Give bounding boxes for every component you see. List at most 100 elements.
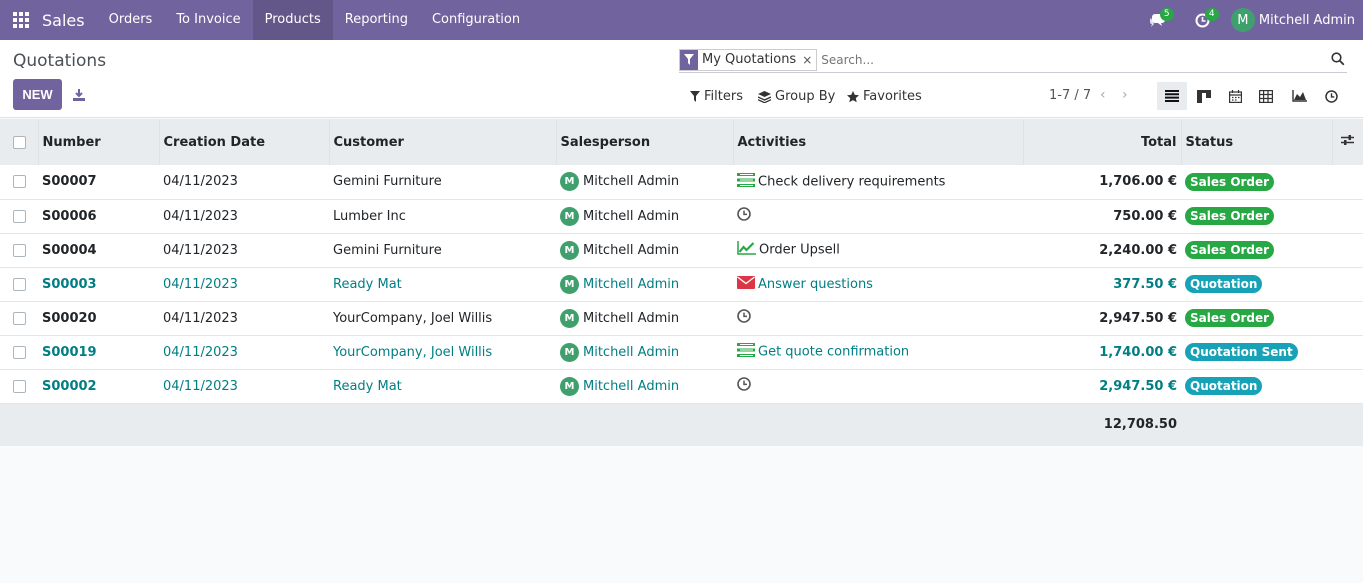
row-checkbox[interactable] bbox=[13, 243, 26, 257]
activity-view-icon[interactable] bbox=[1316, 82, 1346, 110]
graph-view-icon[interactable] bbox=[1284, 82, 1314, 110]
activity-summary: Get quote confirmation bbox=[758, 344, 910, 360]
nav-orders[interactable]: Orders bbox=[97, 0, 165, 40]
row-spacer bbox=[1332, 267, 1363, 301]
avatar: M bbox=[560, 240, 579, 260]
column-activities[interactable]: Activities bbox=[733, 119, 1024, 165]
clock-icon[interactable] bbox=[737, 207, 751, 225]
download-icon[interactable] bbox=[72, 88, 86, 102]
table-row[interactable]: S00019 04/11/2023 YourCompany, Joel Willis… bbox=[0, 335, 1363, 369]
avatar: M bbox=[560, 342, 579, 362]
row-checkbox[interactable] bbox=[13, 175, 26, 189]
table-row[interactable]: S00002 04/11/2023 Ready Mat M Mitchell Admin… bbox=[0, 369, 1363, 403]
salesperson-name: Mitchell Admin bbox=[583, 378, 680, 394]
activities-count-badge: 4 bbox=[1204, 8, 1219, 21]
nav-to-invoice[interactable]: To Invoice bbox=[164, 0, 252, 40]
row-select[interactable] bbox=[0, 233, 38, 267]
column-creation-date[interactable]: Creation Date bbox=[159, 119, 330, 165]
column-salesperson[interactable]: Salesperson bbox=[556, 119, 734, 165]
pager-value[interactable]: 1-7 / 7 bbox=[1049, 88, 1091, 103]
top-navbar: Sales Orders To Invoice Products Reporti… bbox=[0, 0, 1363, 40]
column-status[interactable]: Status bbox=[1181, 119, 1333, 165]
user-menu[interactable]: M Mitchell Admin bbox=[1225, 8, 1363, 32]
activity-cell[interactable]: Order Upsell bbox=[733, 233, 1023, 267]
pivot-view-icon[interactable] bbox=[1251, 82, 1281, 110]
todo-list-icon[interactable] bbox=[737, 172, 755, 191]
activity-cell[interactable]: Check delivery requirements bbox=[733, 165, 1023, 199]
salesperson-name: Mitchell Admin bbox=[583, 208, 680, 224]
todo-list-icon[interactable] bbox=[737, 343, 755, 361]
new-button[interactable]: NEW bbox=[13, 79, 62, 110]
column-total[interactable]: Total bbox=[1023, 119, 1182, 165]
avatar: M bbox=[560, 308, 579, 328]
chevron-left-icon[interactable]: ‹ bbox=[1100, 87, 1106, 103]
table-row[interactable]: S00007 04/11/2023 Gemini Furniture M Mitchel… bbox=[0, 165, 1363, 199]
facet-remove-icon[interactable]: × bbox=[802, 53, 816, 67]
status-badge: Sales Order bbox=[1185, 309, 1275, 327]
activity-summary: Order Upsell bbox=[759, 242, 840, 258]
kanban-view-icon[interactable] bbox=[1189, 82, 1219, 110]
column-customer[interactable]: Customer bbox=[329, 119, 557, 165]
chart-line-icon[interactable] bbox=[737, 241, 756, 259]
row-checkbox[interactable] bbox=[13, 311, 26, 325]
status-cell: Sales Order bbox=[1181, 165, 1332, 199]
messages-count-badge: 5 bbox=[1159, 8, 1174, 21]
list-view-icon[interactable] bbox=[1157, 82, 1187, 110]
select-all-checkbox[interactable] bbox=[13, 135, 26, 149]
activity-summary: Answer questions bbox=[758, 276, 873, 292]
table-row[interactable]: S00006 04/11/2023 Lumber Inc M Mitchell Admi… bbox=[0, 199, 1363, 233]
quotations-table: Number Creation Date Customer Salesperso… bbox=[0, 119, 1363, 446]
search-icon[interactable] bbox=[1331, 52, 1345, 66]
clock-icon[interactable] bbox=[737, 309, 751, 327]
activity-cell[interactable] bbox=[733, 199, 1023, 233]
clock-icon[interactable] bbox=[737, 377, 751, 395]
nav-configuration[interactable]: Configuration bbox=[420, 0, 532, 40]
row-select[interactable] bbox=[0, 301, 38, 335]
messages-button[interactable]: 5 bbox=[1135, 0, 1180, 40]
calendar-view-icon[interactable] bbox=[1220, 82, 1250, 110]
column-number[interactable]: Number bbox=[38, 119, 160, 165]
table-row[interactable]: S00020 04/11/2023 YourCompany, Joel Willis… bbox=[0, 301, 1363, 335]
row-checkbox[interactable] bbox=[13, 209, 26, 223]
activity-cell[interactable]: Answer questions bbox=[733, 267, 1023, 301]
envelope-icon[interactable] bbox=[737, 275, 755, 293]
status-cell: Sales Order bbox=[1181, 301, 1332, 335]
row-select[interactable] bbox=[0, 369, 38, 403]
activity-cell[interactable] bbox=[733, 369, 1023, 403]
salesperson: M Mitchell Admin bbox=[556, 165, 733, 199]
row-checkbox[interactable] bbox=[13, 345, 26, 359]
filters-button[interactable]: Filters bbox=[690, 89, 743, 104]
order-total: 2,240.00 € bbox=[1099, 242, 1177, 258]
group-by-button[interactable]: Group By bbox=[758, 89, 835, 104]
select-all-header[interactable] bbox=[0, 119, 39, 165]
favorites-button[interactable]: Favorites bbox=[847, 89, 922, 104]
order-number: S00004 bbox=[42, 242, 97, 258]
row-select[interactable] bbox=[0, 267, 38, 301]
app-name[interactable]: Sales bbox=[42, 11, 97, 30]
row-select[interactable] bbox=[0, 199, 38, 233]
row-checkbox[interactable] bbox=[13, 277, 26, 291]
avatar: M bbox=[560, 206, 579, 226]
row-checkbox[interactable] bbox=[13, 379, 26, 393]
customer: Ready Mat bbox=[333, 378, 402, 394]
avatar: M bbox=[560, 172, 579, 192]
activity-cell[interactable] bbox=[733, 301, 1023, 335]
row-select[interactable] bbox=[0, 335, 38, 369]
status-cell: Quotation bbox=[1181, 369, 1332, 403]
activity-cell[interactable]: Get quote confirmation bbox=[733, 335, 1023, 369]
row-spacer bbox=[1332, 301, 1363, 335]
table-row[interactable]: S00003 04/11/2023 Ready Mat M Mitchell Admin… bbox=[0, 267, 1363, 301]
nav-reporting[interactable]: Reporting bbox=[333, 0, 420, 40]
nav-products[interactable]: Products bbox=[252, 0, 333, 40]
table-row[interactable]: S00004 04/11/2023 Gemini Furniture M Mitchel… bbox=[0, 233, 1363, 267]
order-number: S00019 bbox=[42, 344, 97, 360]
totals-row: 12,708.50 bbox=[0, 403, 1363, 446]
activities-button[interactable]: 4 bbox=[1180, 0, 1225, 40]
search-input[interactable] bbox=[821, 52, 1322, 67]
salesperson: M Mitchell Admin bbox=[556, 335, 733, 369]
row-spacer bbox=[1332, 165, 1363, 199]
apps-menu-icon[interactable] bbox=[0, 0, 42, 40]
optional-columns-toggle[interactable] bbox=[1332, 119, 1363, 165]
chevron-right-icon[interactable]: › bbox=[1122, 87, 1128, 103]
row-select[interactable] bbox=[0, 165, 38, 199]
